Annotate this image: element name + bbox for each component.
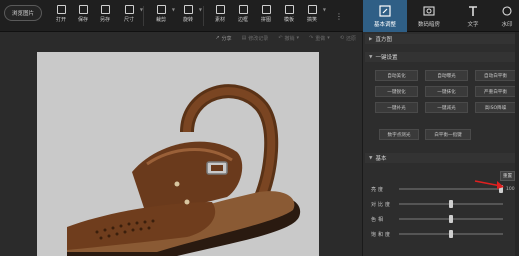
chevron-down-icon: ▾ xyxy=(327,35,330,41)
restore-icon: ⟲ xyxy=(339,35,344,41)
text-icon xyxy=(469,5,477,16)
chevron-down-icon: ▼ xyxy=(198,7,202,12)
collage-button[interactable]: 拼图 xyxy=(255,5,277,27)
redo-button[interactable]: ↷ 重做 ▾ xyxy=(309,35,330,42)
more-icon[interactable]: ⋮ xyxy=(335,12,343,21)
canvas-area: ↗ 分享 ▤ 修改记录 ↶ 撤销 ▾ ↷ 重做 ▾ ⟲ 还原 xyxy=(0,32,362,256)
toolbar-divider xyxy=(143,6,144,26)
chevron-down-icon: ▼ xyxy=(369,155,373,161)
redo-icon: ↷ xyxy=(309,35,314,41)
white-balance-picker-button[interactable]: 白平衡一指键 xyxy=(425,129,471,140)
crop-button[interactable]: 裁剪 ▼ xyxy=(150,5,175,27)
border-icon xyxy=(238,5,248,14)
collage-icon xyxy=(261,5,271,14)
border-button[interactable]: 边框 xyxy=(232,5,254,27)
auto-exposure-button[interactable]: 自动曝光 xyxy=(425,70,468,81)
saturation-slider[interactable] xyxy=(399,230,503,238)
panel-scrollbar[interactable] xyxy=(515,32,519,256)
undo-button[interactable]: ↶ 撤销 ▾ xyxy=(278,35,299,42)
save-button[interactable]: 保存 xyxy=(72,5,94,27)
history-icon: ▤ xyxy=(241,35,247,41)
high-iso-denoise-button[interactable]: 高ISO降噪 xyxy=(475,102,516,113)
chevron-down-icon: ▼ xyxy=(322,7,326,12)
section-oneclick[interactable]: ▼ 一键设置 xyxy=(365,52,517,62)
spot-metering-button[interactable]: 数字点测光 xyxy=(379,129,419,140)
tab-basic-adjust[interactable]: 基本调整 xyxy=(363,0,407,32)
open-button[interactable]: 打开 xyxy=(50,5,72,27)
contrast-slider-row: 对比度 xyxy=(371,199,518,209)
chevron-right-icon: ▶ xyxy=(369,36,373,42)
save-as-button[interactable]: 另存 xyxy=(94,5,116,27)
adjust-icon xyxy=(379,4,391,17)
section-histogram[interactable]: ▶ 直方图 xyxy=(365,34,517,44)
section-basic[interactable]: ▼ 基本 xyxy=(365,153,517,163)
restore-button[interactable]: ⟲ 还原 xyxy=(340,35,356,42)
hue-slider-row: 色相 xyxy=(371,214,518,224)
save-icon xyxy=(78,5,88,14)
sandal-photo xyxy=(67,84,301,256)
tab-text[interactable]: 文字 xyxy=(451,0,495,32)
history-button[interactable]: ▤ 修改记录 xyxy=(242,35,269,42)
share-button[interactable]: ↗ 分享 xyxy=(215,35,231,42)
one-click-fill-light-button[interactable]: 一键补光 xyxy=(375,102,418,113)
saturation-slider-thumb[interactable] xyxy=(449,230,453,238)
resize-button[interactable]: 尺寸 ▼ xyxy=(118,5,143,27)
chevron-down-icon: ▾ xyxy=(296,35,300,41)
photo-canvas[interactable] xyxy=(37,52,319,256)
contrast-slider[interactable] xyxy=(399,200,503,208)
save-as-icon xyxy=(100,5,110,14)
rotate-button[interactable]: 旋转 ▼ xyxy=(177,5,202,27)
resize-icon xyxy=(124,5,134,14)
funny-button[interactable]: 搞笑 ▼ xyxy=(301,5,326,27)
hue-slider-thumb[interactable] xyxy=(449,215,453,223)
adjust-panel: ▶ 直方图 ▼ 一键设置 自动美化 自动曝光 自动白平衡 一键锐化 一键抹化 严… xyxy=(362,32,519,256)
darkroom-icon xyxy=(423,5,435,16)
rotate-icon xyxy=(183,5,193,14)
contrast-slider-thumb[interactable] xyxy=(449,200,453,208)
chevron-down-icon: ▼ xyxy=(369,54,373,60)
material-icon xyxy=(215,5,225,14)
one-click-reduce-light-button[interactable]: 一键减光 xyxy=(425,102,468,113)
tab-digital-darkroom[interactable]: 数码暗房 xyxy=(407,0,451,32)
open-icon xyxy=(56,5,66,14)
hue-slider[interactable] xyxy=(399,215,503,223)
tab-watermark[interactable]: 水印 xyxy=(495,0,519,32)
material-button[interactable]: 素材 xyxy=(209,5,231,27)
history-toolbar: ↗ 分享 ▤ 修改记录 ↶ 撤销 ▾ ↷ 重做 ▾ ⟲ 还原 xyxy=(0,32,362,44)
crop-icon xyxy=(156,5,166,14)
main-toolbar: 浏览图片 打开 保存 另存 尺寸 ▼ 裁剪 ▼ 旋转 ▼ 素材 边框 拼图 模板… xyxy=(0,0,519,32)
one-click-blur-button[interactable]: 一键抹化 xyxy=(425,86,468,97)
annotation-arrow-icon xyxy=(474,180,504,189)
one-click-sharpen-button[interactable]: 一键锐化 xyxy=(375,86,418,97)
share-icon: ↗ xyxy=(215,35,220,41)
funny-icon xyxy=(307,5,317,14)
chevron-down-icon: ▼ xyxy=(171,7,175,12)
toolbar-divider xyxy=(203,6,204,26)
saturation-slider-row: 饱和度 xyxy=(371,229,518,239)
template-button[interactable]: 模板 xyxy=(278,5,300,27)
auto-white-balance-button[interactable]: 自动白平衡 xyxy=(475,70,516,81)
strict-white-balance-button[interactable]: 严重白平衡 xyxy=(475,86,516,97)
undo-icon: ↶ xyxy=(278,35,283,41)
browse-images-button[interactable]: 浏览图片 xyxy=(4,5,42,21)
template-icon xyxy=(284,5,294,14)
watermark-icon xyxy=(502,5,512,16)
auto-beautify-button[interactable]: 自动美化 xyxy=(375,70,418,81)
